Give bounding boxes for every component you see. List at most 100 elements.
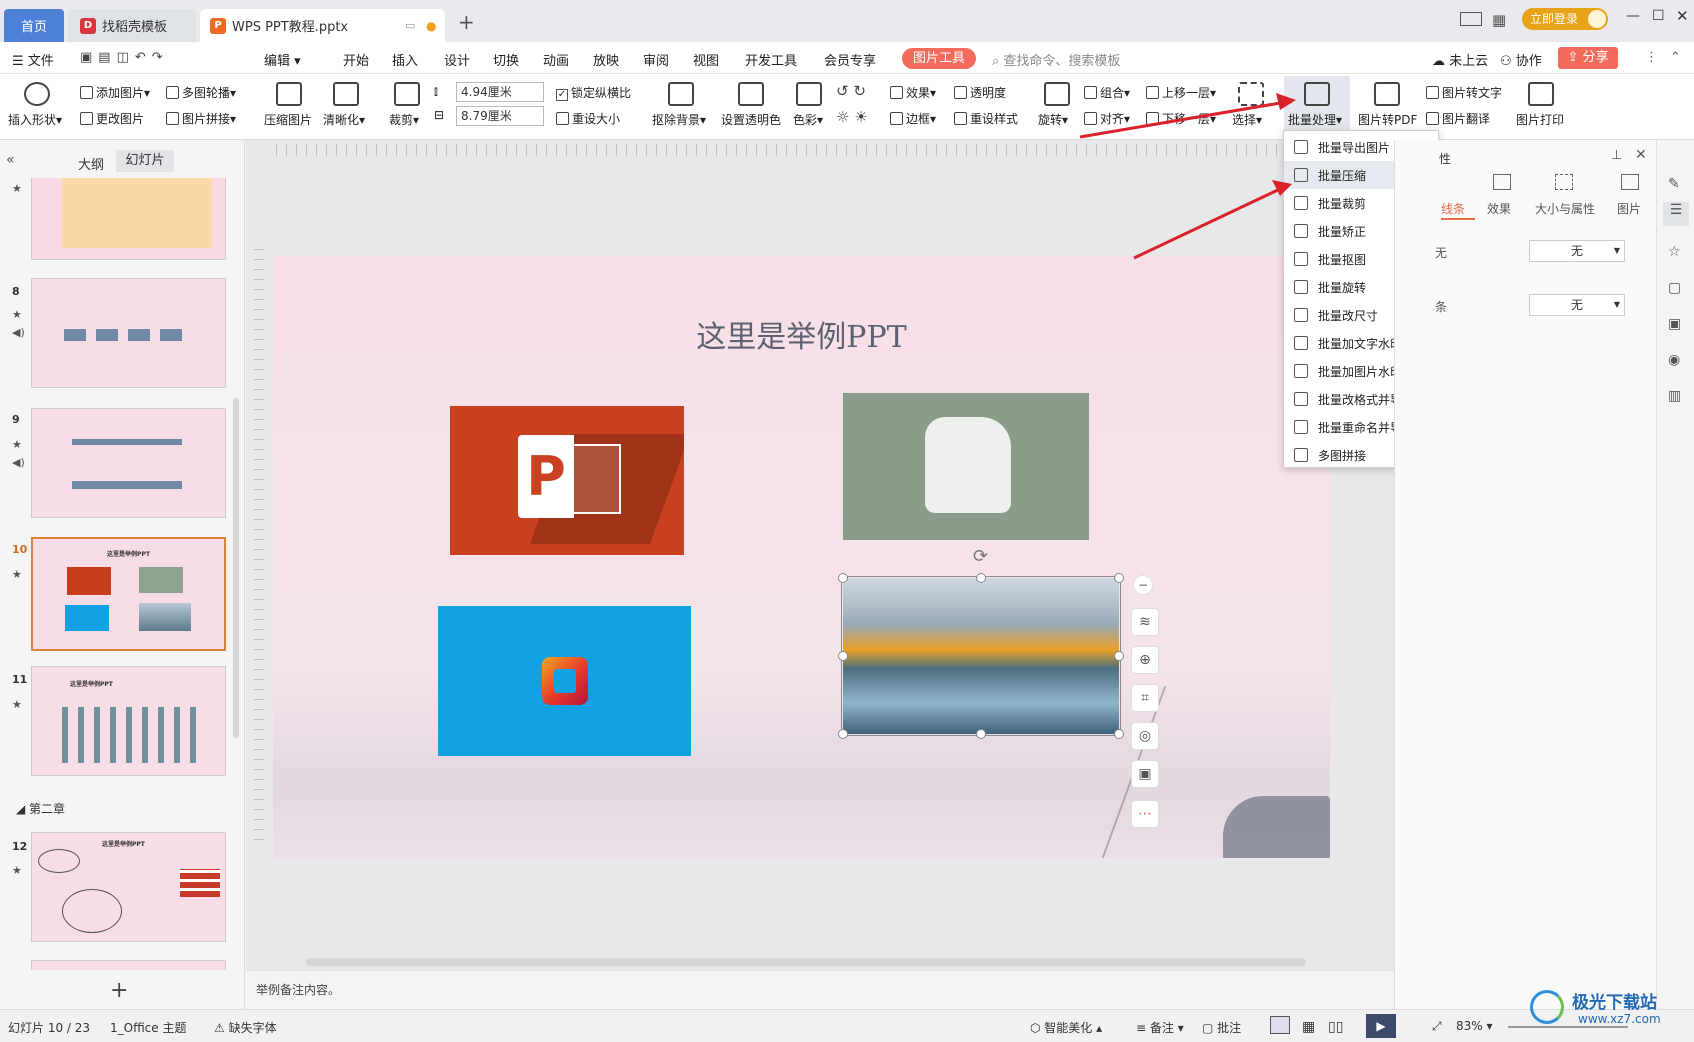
animation-icon[interactable]: ☆ <box>1668 244 1681 260</box>
brightness-icon[interactable]: ☼ ☀ <box>836 108 868 126</box>
menu-developer[interactable]: 开发工具 <box>745 50 797 69</box>
align-button[interactable]: 对齐▾ <box>1084 110 1130 127</box>
menu-design[interactable]: 设计 <box>444 50 470 69</box>
minimize-icon[interactable]: — <box>1626 8 1640 24</box>
notes-toggle[interactable]: ≡ 备注 ▾ <box>1136 1019 1184 1036</box>
crop-button[interactable]: 裁剪▾ <box>389 111 419 128</box>
slide-thumb-7[interactable] <box>31 178 226 260</box>
tab-home[interactable]: 首页 <box>4 9 64 42</box>
insert-shape-button[interactable]: 插入形状▾ <box>8 111 62 128</box>
resize-handle-se[interactable] <box>1114 729 1124 739</box>
resize-handle-n[interactable] <box>976 573 986 583</box>
apps-grid-icon[interactable]: ▦ <box>1492 11 1506 29</box>
menu-transition[interactable]: 切换 <box>493 50 519 69</box>
menu-member[interactable]: 会员专享 <box>824 50 876 69</box>
normal-view-icon[interactable] <box>1270 1016 1290 1034</box>
login-button[interactable]: 立即登录 <box>1522 8 1608 30</box>
menu-start[interactable]: 开始 <box>343 50 369 69</box>
print-button[interactable]: 图片打印 <box>1516 111 1564 128</box>
rotate-left-icon[interactable]: ↺ ↻ <box>836 82 866 100</box>
slide-canvas[interactable]: 这里是举例PPT P ⟳ <box>273 256 1330 858</box>
horizontal-scrollbar[interactable] <box>306 958 1306 966</box>
window-icon[interactable]: ▭ <box>405 19 415 32</box>
slide-thumb-12[interactable]: 这里是举例PPT <box>31 832 226 942</box>
select-button[interactable]: 选择▾ <box>1232 111 1262 128</box>
reading-view-icon[interactable]: ▯▯ <box>1328 1019 1343 1035</box>
magic-icon[interactable]: ✎ <box>1668 176 1680 192</box>
add-image-button[interactable]: 添加图片▾ <box>80 84 150 101</box>
close-panel-icon[interactable]: ✕ <box>1635 147 1647 163</box>
tab-line[interactable]: 线条 <box>1441 200 1465 217</box>
sharpen-button[interactable]: 清晰化▾ <box>323 111 365 128</box>
height-input[interactable]: 8.79厘米 <box>456 106 544 126</box>
image-collage-button[interactable]: 图片拼接▾ <box>166 110 236 127</box>
lock-ratio-checkbox[interactable]: ✓ 锁定纵横比 <box>556 84 631 101</box>
pin-icon[interactable]: ⊥ <box>1611 148 1622 163</box>
to-pdf-button[interactable]: 图片转PDF <box>1358 111 1417 128</box>
location-icon[interactable]: ◉ <box>1668 352 1680 368</box>
transparency-button[interactable]: 透明度 <box>954 84 1006 101</box>
zoom-level[interactable]: 83% ▾ <box>1456 1019 1493 1033</box>
batch-button[interactable]: 批量处理▾ <box>1284 76 1350 136</box>
command-search[interactable]: ⌕ 查找命令、搜索模板 <box>992 50 1120 69</box>
ppt-logo-image[interactable]: P <box>450 406 684 555</box>
slide-title[interactable]: 这里是举例PPT <box>273 312 1330 356</box>
tab-image[interactable]: 图片 <box>1617 200 1641 217</box>
change-image-button[interactable]: 更改图片 <box>80 110 144 127</box>
thumb-scrollbar[interactable] <box>233 398 239 738</box>
collab-button[interactable]: ⚇ 协作 <box>1500 50 1542 69</box>
maximize-icon[interactable]: ☐ <box>1652 8 1665 24</box>
slide-thumb-13[interactable] <box>31 960 226 970</box>
tab-effects[interactable]: 效果 <box>1487 200 1511 217</box>
quick-access-icons[interactable]: ▣▤◫↶↷ <box>80 50 169 65</box>
send-backward-button[interactable]: 下移一层▾ <box>1146 110 1216 127</box>
reset-size-button[interactable]: 重设大小 <box>556 110 620 127</box>
sorter-view-icon[interactable]: ▦ <box>1302 1019 1315 1035</box>
slide-thumb-9[interactable] <box>31 408 226 518</box>
effects-button[interactable]: 效果▾ <box>890 84 936 101</box>
properties-icon[interactable]: ☰ <box>1663 202 1689 226</box>
bring-forward-button[interactable]: 上移一层▾ <box>1146 84 1216 101</box>
menu-review[interactable]: 审阅 <box>643 50 669 69</box>
new-tab-icon[interactable]: + <box>458 10 475 34</box>
set-transparent-button[interactable]: 设置透明色 <box>721 111 781 128</box>
office-logo-image[interactable] <box>438 606 691 756</box>
tab-document[interactable]: P WPS PPT教程.pptx ▭ ● <box>200 9 445 42</box>
comments-toggle[interactable]: ▢ 批注 <box>1202 1019 1241 1036</box>
menu-insert[interactable]: 插入 <box>392 50 418 69</box>
resize-handle-w[interactable] <box>838 651 848 661</box>
rotate-button[interactable]: 旋转▾ <box>1038 111 1068 128</box>
zoom-in-icon[interactable]: ⊕ <box>1131 646 1159 674</box>
menu-file[interactable]: ☰ 文件 <box>12 50 54 69</box>
crop-float-icon[interactable]: ⌗ <box>1131 684 1159 712</box>
line-select[interactable]: 无 ▼ <box>1529 294 1625 316</box>
menu-animation[interactable]: 动画 <box>543 50 569 69</box>
section-header[interactable]: ◢ 第二章 <box>16 800 65 817</box>
resize-handle-s[interactable] <box>976 729 986 739</box>
fill-select[interactable]: 无 ▼ <box>1529 240 1625 262</box>
group-button[interactable]: 组合▾ <box>1084 84 1130 101</box>
comment-icon[interactable]: ▢ <box>1668 280 1681 296</box>
border-button[interactable]: 边框▾ <box>890 110 936 127</box>
smart-beautify-button[interactable]: ⬡ 智能美化 ▴ <box>1030 1019 1102 1036</box>
tab-size-props[interactable]: 大小与属性 <box>1535 200 1595 217</box>
share-button[interactable]: ⇪ 分享 <box>1558 47 1618 69</box>
translate-button[interactable]: 图片翻译 <box>1426 110 1490 127</box>
book-icon[interactable]: ▥ <box>1668 388 1681 404</box>
tab-slides[interactable]: 幻灯片 <box>116 150 174 172</box>
fit-window-icon[interactable]: ⤢ <box>1432 1019 1442 1034</box>
resize-handle-ne[interactable] <box>1114 573 1124 583</box>
resize-handle-sw[interactable] <box>838 729 848 739</box>
menu-slideshow[interactable]: 放映 <box>593 50 619 69</box>
picture-icon[interactable]: ▣ <box>1668 316 1681 332</box>
slide-thumb-8[interactable] <box>31 278 226 388</box>
missing-font-button[interactable]: ⚠ 缺失字体 <box>214 1019 277 1036</box>
collapse-tools-icon[interactable]: − <box>1133 575 1153 595</box>
menu-view[interactable]: 视图 <box>693 50 719 69</box>
rotate-handle-icon[interactable]: ⟳ <box>973 546 988 567</box>
cloud-status[interactable]: ☁ 未上云 <box>1432 50 1488 69</box>
compress-button[interactable]: 压缩图片 <box>264 111 312 128</box>
close-icon[interactable]: ✕ <box>1676 7 1689 25</box>
notes-text[interactable]: 举例备注内容。 <box>256 981 340 998</box>
landscape-image-selected[interactable] <box>841 576 1121 736</box>
